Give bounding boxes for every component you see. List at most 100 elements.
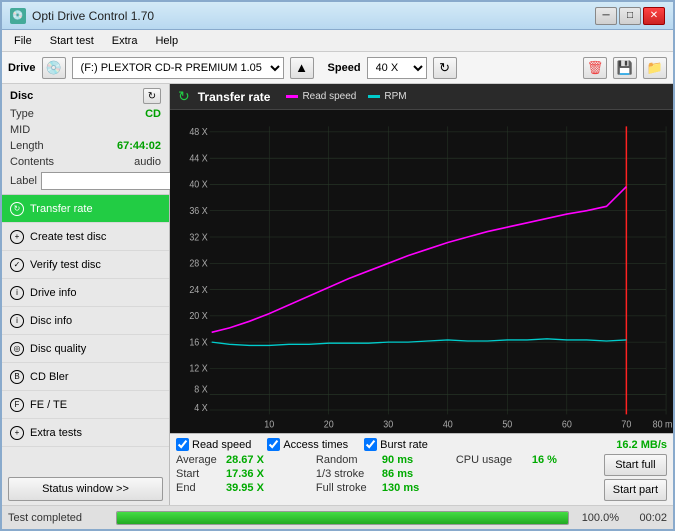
stat-random: Random 90 ms bbox=[316, 454, 456, 466]
nav-extra-tests[interactable]: + Extra tests bbox=[2, 419, 169, 447]
menu-extra[interactable]: Extra bbox=[104, 33, 146, 49]
chart-svg: 48 X 44 X 40 X 36 X 32 X 28 X 24 X 20 X … bbox=[170, 110, 673, 433]
stats-row: Average 28.67 X Start 17.36 X End 39.95 … bbox=[176, 454, 667, 501]
svg-text:28 X: 28 X bbox=[189, 257, 208, 269]
stat-full-stroke: Full stroke 130 ms bbox=[316, 482, 456, 494]
menu-file[interactable]: File bbox=[6, 33, 40, 49]
random-label: Random bbox=[316, 454, 378, 466]
disc-refresh-btn[interactable]: ↻ bbox=[143, 88, 161, 104]
stat-group-access: Random 90 ms 1/3 stroke 86 ms Full strok… bbox=[316, 454, 456, 501]
disc-panel: Disc ↻ Type CD MID Length 67:44:02 Conte… bbox=[2, 84, 169, 195]
start-part-button[interactable]: Start part bbox=[604, 479, 667, 501]
verify-icon: ✓ bbox=[10, 258, 24, 272]
svg-text:60: 60 bbox=[562, 418, 572, 430]
disc-header-label: Disc bbox=[10, 90, 33, 102]
nav-fe-te[interactable]: F FE / TE bbox=[2, 391, 169, 419]
read-speed-checkbox[interactable] bbox=[176, 438, 189, 451]
svg-text:80 min: 80 min bbox=[653, 418, 673, 430]
nav-extra-tests-label: Extra tests bbox=[30, 427, 82, 439]
maximize-button[interactable]: □ bbox=[619, 7, 641, 25]
checkboxes-row: Read speed Access times Burst rate 16.2 … bbox=[176, 438, 667, 451]
cpu-value: 16 % bbox=[532, 454, 557, 466]
svg-text:24 X: 24 X bbox=[189, 283, 208, 295]
nav-drive-info[interactable]: i Drive info bbox=[2, 279, 169, 307]
svg-text:40 X: 40 X bbox=[189, 178, 208, 190]
nav-verify-test-disc[interactable]: ✓ Verify test disc bbox=[2, 251, 169, 279]
type-label: Type bbox=[10, 106, 34, 122]
checkbox-access-times[interactable]: Access times bbox=[267, 438, 348, 451]
svg-text:10: 10 bbox=[264, 418, 274, 430]
burn-button[interactable]: 💾 bbox=[613, 57, 637, 79]
close-button[interactable]: ✕ bbox=[643, 7, 665, 25]
nav-create-test-disc[interactable]: + Create test disc bbox=[2, 223, 169, 251]
end-label: End bbox=[176, 482, 222, 494]
speed-select[interactable]: 40 X bbox=[367, 57, 427, 79]
nav-disc-quality[interactable]: ◎ Disc quality bbox=[2, 335, 169, 363]
nav-transfer-rate[interactable]: ↻ Transfer rate bbox=[2, 195, 169, 223]
svg-text:36 X: 36 X bbox=[189, 205, 208, 217]
refresh-button[interactable]: ↻ bbox=[433, 57, 457, 79]
start-full-button[interactable]: Start full bbox=[604, 454, 667, 476]
erase-button[interactable]: 🗑 bbox=[583, 57, 607, 79]
progress-bar-container bbox=[116, 511, 569, 525]
stat-cpu: CPU usage 16 % bbox=[456, 454, 596, 466]
svg-text:16 X: 16 X bbox=[189, 336, 208, 348]
minimize-button[interactable]: ─ bbox=[595, 7, 617, 25]
stat-group-speed: Average 28.67 X Start 17.36 X End 39.95 … bbox=[176, 454, 316, 501]
drive-label: Drive bbox=[8, 62, 36, 74]
stat-end: End 39.95 X bbox=[176, 482, 316, 494]
svg-text:20 X: 20 X bbox=[189, 310, 208, 322]
checkbox-read-speed[interactable]: Read speed bbox=[176, 438, 251, 451]
stat-stroke1: 1/3 stroke 86 ms bbox=[316, 468, 456, 480]
drive-icon-btn[interactable]: 💿 bbox=[42, 57, 66, 79]
full-stroke-value: 130 ms bbox=[382, 482, 426, 494]
nav-cd-bler[interactable]: B CD Bler bbox=[2, 363, 169, 391]
chart-legend: Read speed RPM bbox=[286, 91, 406, 102]
app-icon: 💿 bbox=[10, 8, 26, 24]
create-test-disc-icon: + bbox=[10, 230, 24, 244]
extra-tests-icon: + bbox=[10, 426, 24, 440]
eject-button[interactable]: ▲ bbox=[290, 57, 314, 79]
access-times-checkbox[interactable] bbox=[267, 438, 280, 451]
progress-text: 100.0% bbox=[577, 512, 619, 524]
nav-fe-te-label: FE / TE bbox=[30, 399, 67, 411]
checkbox-burst-rate[interactable]: Burst rate bbox=[364, 438, 428, 451]
menu-help[interactable]: Help bbox=[147, 33, 186, 49]
menu-start-test[interactable]: Start test bbox=[42, 33, 102, 49]
nav-cd-bler-label: CD Bler bbox=[30, 371, 69, 383]
start-label: Start bbox=[176, 468, 222, 480]
progress-bar-fill bbox=[117, 512, 568, 524]
stat-group-cpu: CPU usage 16 % bbox=[456, 454, 596, 501]
action-buttons: Start full Start part bbox=[604, 454, 667, 501]
start-value: 17.36 X bbox=[226, 468, 278, 480]
end-value: 39.95 X bbox=[226, 482, 278, 494]
nav-disc-quality-label: Disc quality bbox=[30, 343, 86, 355]
cd-bler-icon: B bbox=[10, 370, 24, 384]
sidebar-nav: ↻ Transfer rate + Create test disc ✓ Ver… bbox=[2, 195, 169, 447]
save-button[interactable]: 📁 bbox=[643, 57, 667, 79]
svg-text:50: 50 bbox=[502, 418, 512, 430]
legend-rpm-color bbox=[368, 95, 380, 98]
transfer-rate-icon: ↻ bbox=[10, 202, 24, 216]
stat-average: Average 28.67 X bbox=[176, 454, 316, 466]
drive-select[interactable]: (F:) PLEXTOR CD-R PREMIUM 1.05 bbox=[72, 57, 284, 79]
status-text: Test completed bbox=[8, 512, 108, 524]
svg-text:12 X: 12 X bbox=[189, 362, 208, 374]
svg-text:32 X: 32 X bbox=[189, 231, 208, 243]
time-text: 00:02 bbox=[627, 512, 667, 524]
label-label: Label bbox=[10, 175, 37, 187]
label-input[interactable] bbox=[41, 172, 175, 190]
chart-header: ↻ Transfer rate Read speed RPM bbox=[170, 84, 673, 110]
nav-disc-info[interactable]: i Disc info bbox=[2, 307, 169, 335]
svg-text:20: 20 bbox=[324, 418, 334, 430]
length-label: Length bbox=[10, 138, 44, 154]
burst-rate-value: 16.2 MB/s bbox=[616, 439, 667, 451]
status-window-button[interactable]: Status window >> bbox=[8, 477, 163, 501]
burst-rate-checkbox[interactable] bbox=[364, 438, 377, 451]
disc-info-icon: i bbox=[10, 314, 24, 328]
nav-verify-label: Verify test disc bbox=[30, 259, 101, 271]
fe-te-icon: F bbox=[10, 398, 24, 412]
mid-label: MID bbox=[10, 122, 30, 138]
svg-text:44 X: 44 X bbox=[189, 152, 208, 164]
stroke1-label: 1/3 stroke bbox=[316, 468, 378, 480]
